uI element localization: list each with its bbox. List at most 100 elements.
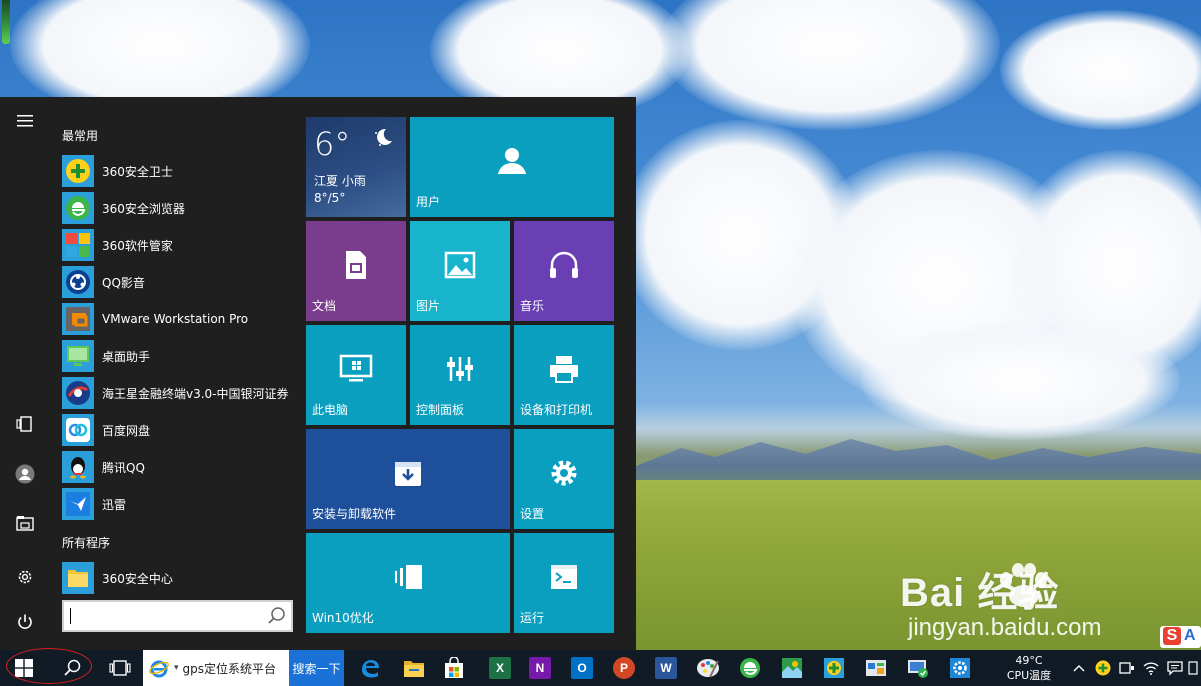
search-icon	[64, 659, 81, 676]
task-view-button[interactable]	[102, 650, 138, 686]
printer-icon	[550, 356, 578, 383]
word-glyph: W	[655, 657, 677, 679]
start-search-input[interactable]	[62, 600, 293, 632]
sliders-icon	[447, 357, 473, 381]
power-icon[interactable]	[13, 610, 37, 634]
pictures-tile[interactable]: 图片	[410, 221, 510, 321]
app-label: VMware Workstation Pro	[102, 312, 249, 326]
tile-label: 图片	[416, 299, 441, 313]
tile-label: 安装与卸载软件	[312, 507, 397, 521]
taskbar-search-button[interactable]	[54, 650, 90, 686]
ie-icon	[149, 660, 169, 678]
device-tray-icon[interactable]	[1116, 650, 1138, 686]
edge-icon[interactable]	[352, 650, 388, 686]
app-label: 360安全中心	[102, 571, 173, 586]
map-app-icon[interactable]	[774, 650, 810, 686]
this-pc-tile[interactable]: 此电脑	[306, 325, 406, 425]
app-label: QQ影音	[102, 275, 145, 290]
powerpoint-icon[interactable]: P	[606, 650, 642, 686]
app-item[interactable]: 迅雷	[62, 487, 300, 521]
outlook-icon[interactable]: O	[564, 650, 600, 686]
tile-label: 运行	[520, 611, 545, 625]
word-icon[interactable]: W	[648, 650, 684, 686]
weather-tile[interactable]: 6° 江夏 小雨 8°/5°	[306, 117, 406, 217]
sogou-ime-indicator[interactable]: S A	[1160, 626, 1201, 648]
headphones-icon	[550, 251, 578, 278]
task-view-icon	[109, 660, 131, 676]
app-item[interactable]: 百度网盘	[62, 413, 300, 447]
folder-icon	[62, 562, 94, 594]
360-security-center-icon[interactable]	[816, 650, 852, 686]
cloud	[860, 320, 1180, 440]
app-label: 迅雷	[102, 497, 127, 512]
documents-tile[interactable]: 文档	[306, 221, 406, 321]
app-item[interactable]: 360安全中心	[62, 561, 300, 595]
360-tray-icon[interactable]	[1092, 650, 1114, 686]
file-explorer-icon[interactable]	[396, 650, 432, 686]
ie-window-button[interactable]: ▾ gps定位系统平台	[143, 650, 289, 686]
paint-icon[interactable]	[690, 650, 726, 686]
app-label: 海王星金融终端v3.0-中国银河证券	[102, 386, 289, 401]
excel-icon[interactable]: X	[482, 650, 518, 686]
app-item[interactable]: 腾讯QQ	[62, 450, 300, 484]
app-label: 桌面助手	[102, 349, 151, 364]
sound-card-icon[interactable]	[858, 650, 894, 686]
settings-gear-icon[interactable]	[13, 565, 37, 589]
download-box-icon	[395, 462, 421, 486]
weather-range: 8°/5°	[314, 191, 346, 205]
app-item[interactable]: 360安全浏览器	[62, 191, 300, 225]
onenote-icon[interactable]: N	[522, 650, 558, 686]
frequent-section-title: 最常用	[62, 129, 99, 143]
tencent-qq-icon	[62, 451, 94, 483]
search-go-button[interactable]: 搜索一下	[289, 650, 344, 686]
tile-label: 设备和打印机	[520, 403, 593, 417]
xunlei-icon	[62, 488, 94, 520]
app-label: 腾讯QQ	[102, 460, 145, 475]
remote-desktop-icon[interactable]	[900, 650, 936, 686]
show-hidden-icons-chevron[interactable]	[1068, 650, 1090, 686]
app-label: 360安全浏览器	[102, 201, 185, 216]
start-button[interactable]	[6, 650, 42, 686]
picture-icon	[444, 251, 476, 279]
win10-optimize-tile[interactable]: Win10优化	[306, 533, 510, 633]
settings-tile[interactable]: 设置	[514, 429, 614, 529]
neptune-finance-icon	[62, 377, 94, 409]
tile-label: Win10优化	[312, 611, 374, 625]
run-tile[interactable]: 运行	[514, 533, 614, 633]
music-tile[interactable]: 音乐	[514, 221, 614, 321]
wifi-icon[interactable]	[1140, 650, 1162, 686]
sogou-s-glyph: S	[1163, 627, 1181, 645]
tile-label: 控制面板	[416, 403, 465, 417]
install-uninstall-tile[interactable]: 安装与卸载软件	[306, 429, 510, 529]
hamburger-menu-icon[interactable]	[13, 109, 37, 133]
store-icon[interactable]	[436, 650, 472, 686]
360-browser-taskbar-icon[interactable]	[732, 650, 768, 686]
tile-label: 用户	[416, 195, 441, 209]
user-account-icon[interactable]	[13, 462, 37, 486]
chevron-down-icon: ▾	[174, 663, 179, 673]
settings-taskbar-icon[interactable]	[942, 650, 978, 686]
ie-window-title: gps定位系统平台	[182, 661, 277, 676]
cpu-temperature[interactable]: 49°C CPU温度	[1000, 650, 1058, 686]
gear-icon	[551, 460, 577, 486]
app-item[interactable]: QQ影音	[62, 265, 300, 299]
desktop-assistant-icon	[62, 340, 94, 372]
tile-label: 音乐	[520, 299, 545, 313]
show-desktop-button[interactable]	[1186, 650, 1201, 686]
file-explorer-rail-icon[interactable]	[13, 511, 37, 535]
app-item[interactable]: 海王星金融终端v3.0-中国银河证券	[62, 376, 300, 410]
search-icon[interactable]	[267, 606, 287, 626]
devices-printers-tile[interactable]: 设备和打印机	[514, 325, 614, 425]
app-item[interactable]: 360安全卫士	[62, 154, 300, 188]
terminal-icon	[551, 565, 577, 589]
control-panel-tile[interactable]: 控制面板	[410, 325, 510, 425]
action-center-icon[interactable]	[1164, 650, 1186, 686]
app-item[interactable]: 桌面助手	[62, 339, 300, 373]
app-item[interactable]: VMware Workstation Pro	[62, 302, 300, 336]
app-label: 360安全卫士	[102, 164, 173, 179]
360-browser-icon	[62, 192, 94, 224]
outlook-glyph: O	[571, 657, 593, 679]
user-tile[interactable]: 用户	[410, 117, 614, 217]
app-item[interactable]: 360软件管家	[62, 228, 300, 262]
tablet-mode-icon[interactable]	[13, 412, 37, 436]
